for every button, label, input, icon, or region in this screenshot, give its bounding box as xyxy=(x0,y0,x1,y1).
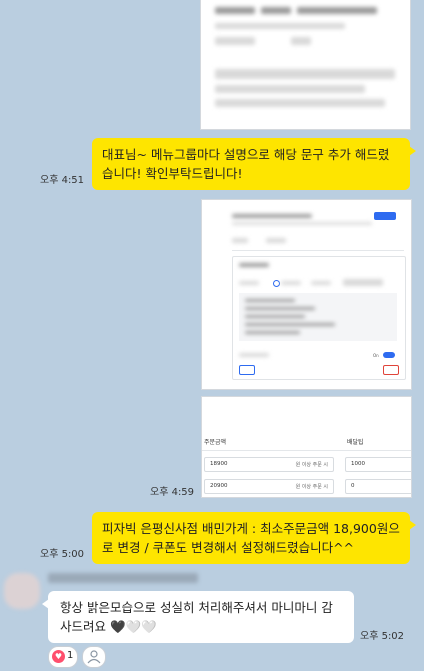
avatar[interactable] xyxy=(4,573,40,609)
message-bubble-theirs[interactable]: 항상 밝은모습으로 성실히 처리해주셔서 마니마니 감사드려요 🖤🤍🤍 xyxy=(42,591,354,643)
blurred-text xyxy=(281,281,301,285)
blurred-text xyxy=(311,281,331,285)
message-time: 오후 5:02 xyxy=(360,631,405,642)
blurred-text xyxy=(261,7,291,14)
message-time: 오후 5:00 xyxy=(40,549,85,560)
message-time: 오후 4:59 xyxy=(150,487,195,498)
blurred-text xyxy=(239,263,269,267)
cancel-button[interactable] xyxy=(239,365,255,375)
message-bubble-mine[interactable]: 피자빅 은평신사점 배민가게 : 최소주문금액 18,900원으로 변경 / 쿠… xyxy=(92,512,416,564)
divider xyxy=(202,450,411,451)
settings-panel: On xyxy=(232,256,406,380)
blurred-text xyxy=(215,23,345,29)
blurred-text xyxy=(239,281,259,285)
blurred-text xyxy=(215,7,255,14)
amount-input[interactable]: 20900 원 이상 주문 시 xyxy=(204,479,334,494)
radio-icon[interactable] xyxy=(273,280,280,287)
add-reaction-button[interactable] xyxy=(82,646,106,668)
info-box xyxy=(239,293,397,341)
toggle-switch[interactable] xyxy=(383,352,395,358)
delete-button[interactable] xyxy=(383,365,399,375)
blurred-text xyxy=(245,323,335,326)
column-header-amount: 주문금액 xyxy=(204,439,227,446)
blurred-text xyxy=(245,299,295,302)
reaction-chip[interactable]: ♥ 1 xyxy=(48,646,78,668)
blurred-text xyxy=(239,353,269,357)
toggle-label: On xyxy=(373,353,379,358)
tip-input[interactable]: 1000 xyxy=(345,457,411,472)
message-bubble-mine[interactable]: 대표님~ 메뉴그룹마다 설명으로 해당 문구 추가 해드렸습니다! 확인부탁드립… xyxy=(92,138,416,190)
person-icon xyxy=(87,650,101,664)
reaction-count: 1 xyxy=(67,650,74,661)
shared-image-delivery-tips[interactable]: 주문금액 배달팁 18900 원 이상 주문 시 1000 20900 원 이상… xyxy=(201,396,412,498)
divider xyxy=(232,250,404,251)
sender-name xyxy=(48,573,198,583)
blurred-text xyxy=(215,85,365,93)
blurred-text xyxy=(297,7,377,14)
blurred-text xyxy=(215,69,395,79)
message-time: 오후 4:51 xyxy=(40,175,85,186)
blurred-text xyxy=(232,238,248,243)
blurred-text xyxy=(232,222,372,225)
blurred-text xyxy=(215,99,385,107)
shared-image-top[interactable] xyxy=(200,0,411,130)
blurred-text xyxy=(245,307,315,310)
column-header-tip: 배달팁 xyxy=(347,439,364,446)
blurred-text xyxy=(266,238,286,243)
blurred-text xyxy=(245,331,300,334)
blurred-text xyxy=(232,214,312,218)
tip-input[interactable]: 0 xyxy=(345,479,411,494)
blurred-text xyxy=(291,37,311,45)
amount-input[interactable]: 18900 원 이상 주문 시 xyxy=(204,457,334,472)
blurred-text xyxy=(215,37,255,45)
shared-image-settings[interactable]: On xyxy=(201,199,412,390)
heart-icon: ♥ xyxy=(52,650,65,663)
blurred-text xyxy=(245,315,305,318)
add-button[interactable] xyxy=(374,212,396,220)
blurred-text xyxy=(343,279,383,286)
